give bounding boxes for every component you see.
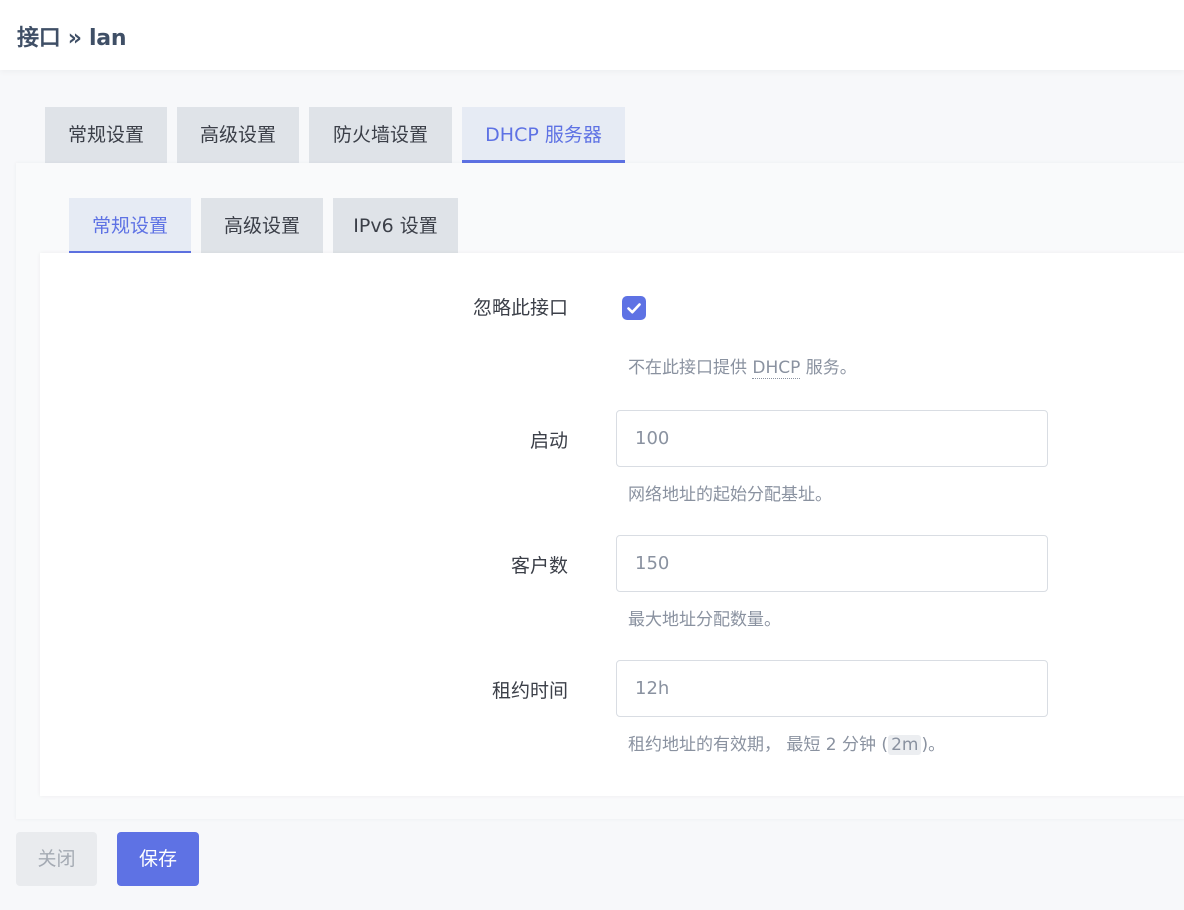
leasetime-label: 租约时间 bbox=[491, 680, 568, 702]
start-label: 启动 bbox=[529, 430, 568, 452]
subtab-general-settings[interactable]: 常规设置 bbox=[69, 198, 191, 254]
dhcp-abbr: DHCP bbox=[752, 358, 801, 379]
tab-dhcp-server[interactable]: DHCP 服务器 bbox=[462, 107, 625, 163]
leasetime-input[interactable] bbox=[616, 660, 1048, 717]
limit-label: 客户数 bbox=[510, 555, 568, 577]
limit-help: 最大地址分配数量。 bbox=[628, 610, 781, 630]
min-lease-code: 2m bbox=[888, 735, 922, 755]
close-button[interactable]: 关闭 bbox=[16, 832, 97, 886]
check-icon bbox=[627, 303, 641, 314]
page-title: 接口 » lan bbox=[17, 26, 127, 51]
start-input[interactable] bbox=[616, 410, 1048, 467]
ignore-interface-label: 忽略此接口 bbox=[472, 297, 568, 319]
leasetime-help: 租约地址的有效期， 最短 2 分钟 (2m)。 bbox=[628, 730, 945, 755]
help-text-suffix: 服务。 bbox=[800, 358, 857, 378]
help-text-prefix: 租约地址的有效期， 最短 2 分钟 ( bbox=[628, 735, 889, 755]
save-button[interactable]: 保存 bbox=[117, 832, 199, 886]
subtab-ipv6-settings[interactable]: IPv6 设置 bbox=[333, 198, 458, 254]
subtab-advanced-settings[interactable]: 高级设置 bbox=[201, 198, 323, 254]
ignore-interface-checkbox[interactable] bbox=[622, 296, 646, 320]
help-text-suffix: )。 bbox=[921, 735, 946, 755]
tab-advanced-settings[interactable]: 高级设置 bbox=[177, 107, 299, 163]
tab-general-settings[interactable]: 常规设置 bbox=[45, 107, 167, 163]
tab-firewall-settings[interactable]: 防火墙设置 bbox=[309, 107, 452, 163]
limit-input[interactable] bbox=[616, 535, 1048, 592]
start-help: 网络地址的起始分配基址。 bbox=[628, 485, 832, 505]
help-text-prefix: 不在此接口提供 bbox=[628, 358, 753, 378]
ignore-interface-help: 不在此接口提供 DHCP 服务。 bbox=[628, 353, 857, 379]
page-header: 接口 » lan bbox=[0, 0, 1184, 70]
